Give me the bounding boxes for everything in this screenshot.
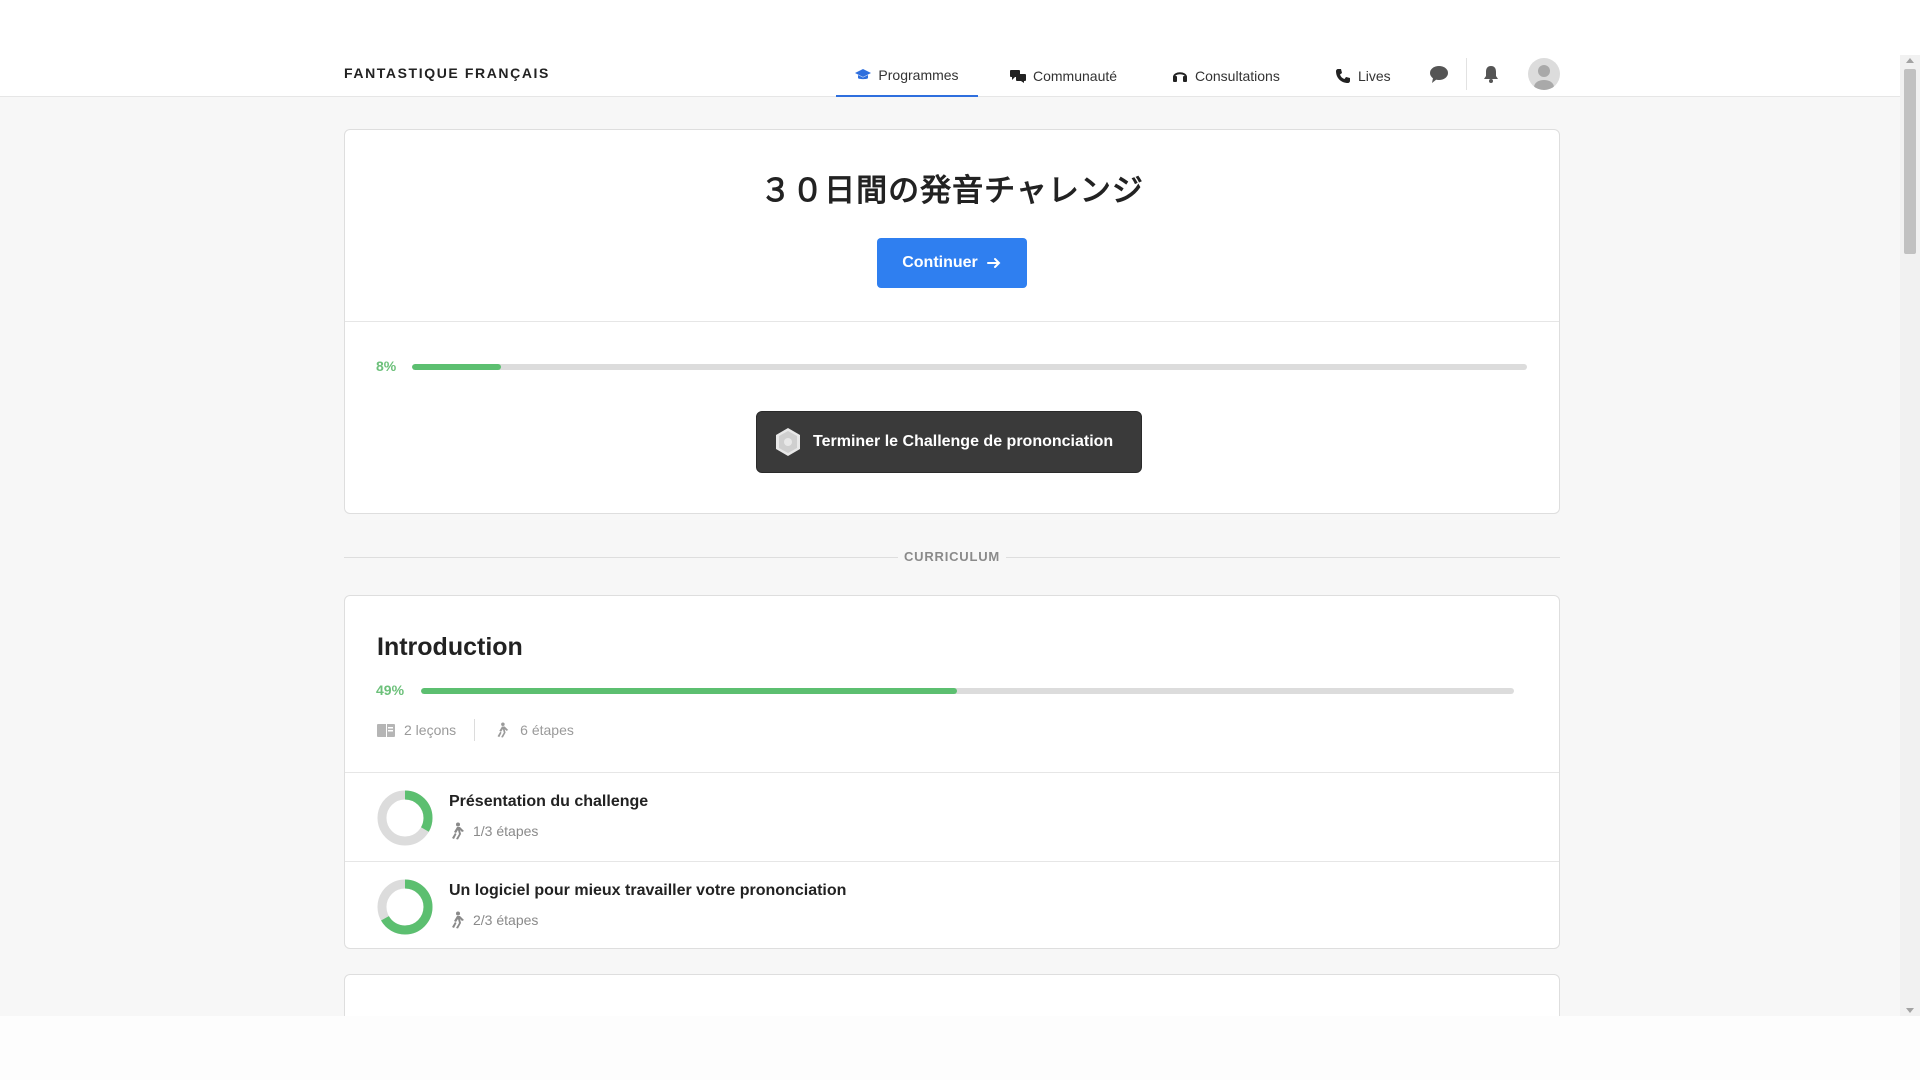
chat-bubbles-icon	[1010, 70, 1026, 83]
nav-programmes-label: Programmes	[878, 67, 959, 83]
nav-communaute-label: Communauté	[1033, 68, 1118, 84]
curriculum-line-right	[1006, 557, 1560, 558]
message-icon[interactable]	[1429, 64, 1449, 84]
lesson-meta: 1/3 étapes	[449, 822, 538, 840]
book-icon	[377, 724, 395, 737]
lesson-item[interactable]: Présentation du challenge 1/3 étapes	[345, 772, 1559, 861]
lesson-item[interactable]: Un logiciel pour mieux travailler votre …	[345, 861, 1559, 950]
avatar[interactable]	[1528, 58, 1560, 90]
lessons-count: 2 leçons	[404, 722, 457, 738]
section-title: Introduction	[377, 633, 523, 661]
steps-count: 6 étapes	[520, 722, 574, 738]
scroll-down-arrow[interactable]	[1906, 1008, 1914, 1013]
program-progress-bar	[412, 364, 1527, 370]
badge-icon	[776, 428, 800, 456]
walking-icon	[497, 722, 509, 738]
lesson-meta: 2/3 étapes	[449, 911, 538, 929]
lesson-steps: 1/3 étapes	[473, 823, 539, 839]
lesson-steps: 2/3 étapes	[473, 912, 539, 928]
bell-icon[interactable]	[1481, 64, 1501, 84]
lesson-title[interactable]: Un logiciel pour mieux travailler votre …	[449, 882, 846, 900]
scroll-up-arrow[interactable]	[1906, 58, 1914, 63]
continue-label: Continuer	[902, 254, 978, 271]
nav-programmes[interactable]: Programmes	[836, 55, 978, 97]
section-meta: 2 leçons 6 étapes	[377, 719, 574, 741]
continue-button[interactable]: Continuer	[877, 238, 1027, 288]
nav-lives[interactable]: Lives	[1335, 55, 1391, 97]
nav-lives-label: Lives	[1358, 68, 1391, 84]
phone-icon	[1336, 69, 1350, 83]
main-content: ３０日間の発音チャレンジ Continuer 8% Terminer le Ch…	[0, 97, 1900, 1016]
section-progress-fill	[421, 688, 957, 694]
meta-separator	[474, 719, 476, 741]
walking-icon	[452, 911, 464, 929]
page-scrollbar[interactable]	[1900, 55, 1920, 1016]
hero-divider	[345, 321, 1559, 322]
bottom-area	[0, 1016, 1920, 1080]
section-progress-label: 49%	[376, 682, 405, 698]
brand-logo[interactable]: FANTASTIQUE FRANÇAIS	[344, 65, 550, 81]
headset-icon	[1173, 72, 1187, 82]
arrow-right-icon	[986, 258, 1001, 268]
nav-communaute[interactable]: Communauté	[1010, 55, 1117, 97]
program-header-card: ３０日間の発音チャレンジ Continuer 8% Terminer le Ch…	[344, 129, 1560, 514]
program-title: ３０日間の発音チャレンジ	[760, 173, 1144, 209]
section-progress-bar	[421, 688, 1514, 694]
top-navbar: FANTASTIQUE FRANÇAIS Programmes Communau…	[0, 0, 1900, 97]
nav-consultations[interactable]: Consultations	[1172, 55, 1280, 97]
next-section-card	[344, 974, 1560, 1016]
lesson-title[interactable]: Présentation du challenge	[449, 793, 648, 811]
complete-challenge-label: Terminer le Challenge de prononciation	[813, 433, 1114, 450]
lesson-progress-ring	[377, 790, 433, 846]
complete-challenge-button[interactable]: Terminer le Challenge de prononciation	[756, 411, 1142, 473]
nav-divider	[1466, 58, 1467, 90]
section-card: Introduction 49% 2 leçons 6 étapes Prése…	[344, 595, 1560, 949]
graduation-cap-icon	[855, 69, 872, 80]
program-progress-fill	[412, 364, 502, 370]
program-progress-label: 8%	[376, 358, 397, 374]
curriculum-divider: CURRICULUM	[344, 549, 1560, 565]
lesson-progress-ring	[377, 879, 433, 935]
walking-icon	[452, 822, 464, 840]
nav-consultations-label: Consultations	[1195, 68, 1280, 84]
scroll-thumb[interactable]	[1904, 69, 1916, 254]
